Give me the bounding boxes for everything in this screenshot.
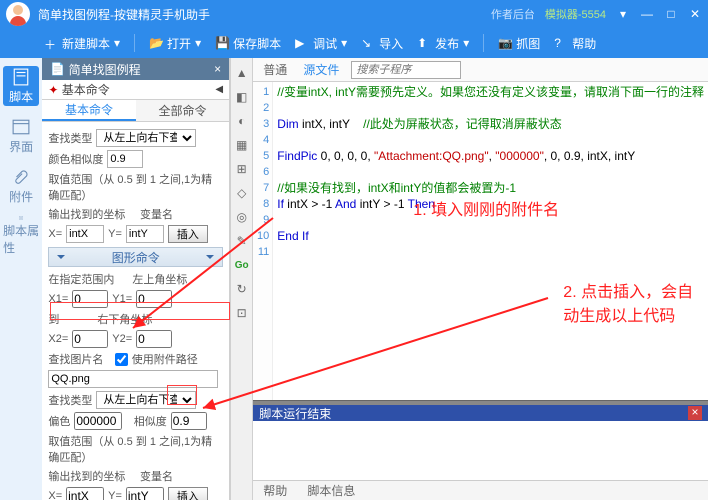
subtab-basic[interactable]: 基本命令 (42, 100, 135, 121)
statusbar: 帮助 脚本信息 (253, 480, 708, 500)
insert-button-1[interactable]: 插入 (168, 225, 208, 243)
similarity-input[interactable] (107, 150, 143, 168)
color-input[interactable] (74, 412, 122, 430)
tool-icon-2[interactable]: ◐ (233, 112, 251, 130)
minimize-icon[interactable]: — (640, 7, 654, 21)
close-debug-icon[interactable]: × (688, 406, 702, 420)
tool-icon-3[interactable]: ▦ (233, 136, 251, 154)
y2-input[interactable] (136, 330, 172, 348)
y1-input[interactable] (136, 290, 172, 308)
y-var-input[interactable] (126, 225, 164, 243)
code-area[interactable]: 1234567891011 //变量intX, intY需要预先定义。如果您还没… (253, 82, 708, 400)
app-avatar (6, 2, 30, 26)
nav-properties[interactable]: 脚本属性 (3, 216, 39, 256)
new-script-button[interactable]: ＋新建脚本▾ (44, 35, 120, 52)
tool-icon-1[interactable]: ◧ (233, 88, 251, 106)
tool-icon-5[interactable]: ◇ (233, 184, 251, 202)
shape-sim-input[interactable] (171, 412, 207, 430)
author-backend-link[interactable]: 作者后台 (491, 6, 535, 22)
collapse-icon[interactable]: ◀ (215, 84, 223, 95)
titlebar: 简单找图例程-按键精灵手机助手 作者后台 模拟器-5554 ▾ — □ ✕ (0, 0, 708, 28)
shape-type-select[interactable]: 从左上向右下查找 (96, 391, 196, 409)
shape-commands-header[interactable]: 图形命令 (48, 247, 223, 267)
status-info[interactable]: 脚本信息 (307, 482, 355, 499)
panel-tab: 📄 简单找图例程× (42, 58, 229, 80)
device-selector[interactable]: 模拟器-5554 (545, 6, 606, 22)
nav-attachment[interactable]: 附件 (3, 166, 39, 206)
nav-script[interactable]: 脚本 (3, 66, 39, 106)
shape-y-input[interactable] (126, 487, 164, 500)
help-button[interactable]: ?帮助 (554, 35, 596, 52)
file-icon: 📄 (50, 62, 65, 76)
search-sub-input[interactable] (351, 61, 461, 79)
tool-icon-4[interactable]: ⊞ (233, 160, 251, 178)
x-var-input[interactable] (66, 225, 104, 243)
open-button[interactable]: 📂打开▾ (149, 35, 201, 52)
x1-input[interactable] (72, 290, 108, 308)
line-gutter: 1234567891011 (253, 82, 273, 400)
status-help[interactable]: 帮助 (263, 482, 287, 499)
panel-header[interactable]: ✦ 基本命令◀ (42, 80, 229, 100)
arrow-up-icon[interactable]: ▲ (233, 64, 251, 82)
use-attachment-checkbox[interactable] (115, 353, 128, 366)
insert-button-2[interactable]: 插入 (168, 487, 208, 500)
debug-output: 脚本运行结束× (253, 400, 708, 480)
command-panel: 📄 简单找图例程× ✦ 基本命令◀ 基本命令 全部命令 查找类型从左上向右下查找… (42, 58, 230, 500)
dropdown-icon[interactable]: ▾ (616, 7, 630, 21)
toolbar: ＋新建脚本▾ 📂打开▾ 💾保存脚本 ▶调试▾ ↘导入 ⬆发布▾ 📷抓图 ?帮助 (0, 28, 708, 58)
find-type-select[interactable]: 从左上向右下查找 (96, 129, 196, 147)
screenshot-button[interactable]: 📷抓图 (498, 35, 540, 52)
tool-icon-8[interactable]: ↻ (233, 280, 251, 298)
tool-icon-7[interactable]: ✎ (233, 232, 251, 250)
tool-icon-6[interactable]: ◎ (233, 208, 251, 226)
save-button[interactable]: 💾保存脚本 (215, 35, 281, 52)
image-name-input[interactable] (48, 370, 218, 388)
subtab-all[interactable]: 全部命令 (136, 100, 229, 121)
x2-input[interactable] (72, 330, 108, 348)
left-nav: 脚本 界面 附件 脚本属性 (0, 58, 42, 500)
publish-button[interactable]: ⬆发布▾ (417, 35, 469, 52)
vertical-toolbar: ▲ ◧ ◐ ▦ ⊞ ◇ ◎ ✎ Go ↻ ⊡ (230, 58, 253, 500)
nav-ui[interactable]: 界面 (3, 116, 39, 156)
close-tab-icon[interactable]: × (214, 62, 221, 76)
maximize-icon[interactable]: □ (664, 7, 678, 21)
tab-normal[interactable]: 普通 (259, 61, 291, 78)
window-title: 简单找图例程-按键精灵手机助手 (38, 6, 491, 23)
go-button[interactable]: Go (233, 256, 251, 274)
code-editor-pane: 普通 源文件 1234567891011 //变量intX, intY需要预先定… (253, 58, 708, 500)
tool-icon-9[interactable]: ⊡ (233, 304, 251, 322)
shape-x-input[interactable] (66, 487, 104, 500)
close-icon[interactable]: ✕ (688, 7, 702, 21)
import-button[interactable]: ↘导入 (361, 35, 403, 52)
tab-source[interactable]: 源文件 (299, 61, 343, 78)
debug-button[interactable]: ▶调试▾ (295, 35, 347, 52)
